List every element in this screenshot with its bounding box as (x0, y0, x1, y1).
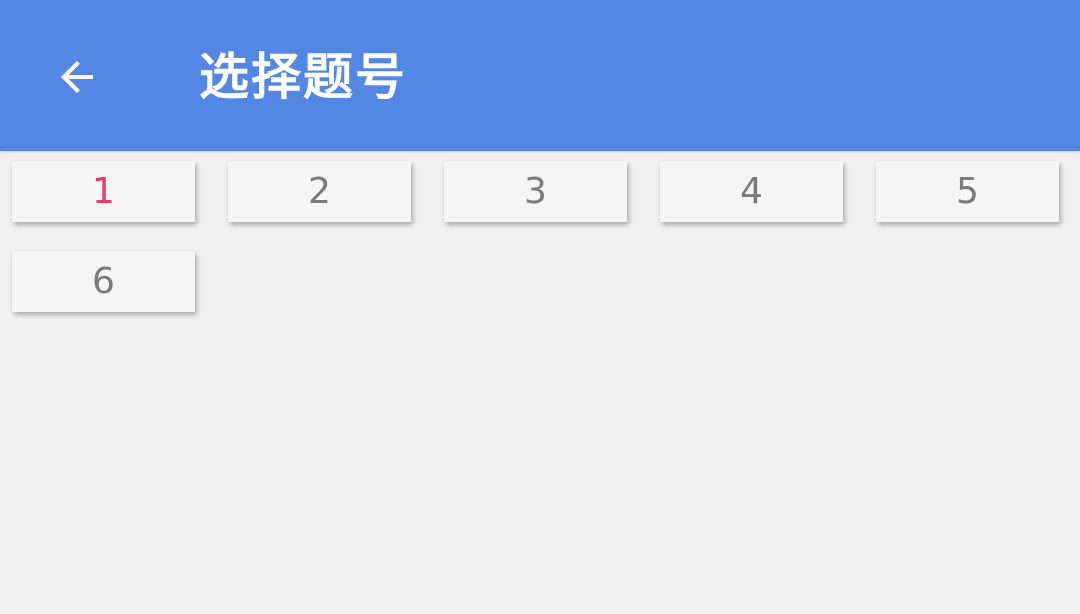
question-button-2[interactable]: 2 (228, 161, 411, 222)
question-button-6[interactable]: 6 (12, 251, 195, 312)
question-button-3[interactable]: 3 (444, 161, 627, 222)
question-button-4[interactable]: 4 (660, 161, 843, 222)
question-picker-screen: 选择题号 1 2 3 4 5 6 (0, 0, 1080, 614)
question-button-5[interactable]: 5 (876, 161, 1059, 222)
arrow-back-icon (53, 53, 101, 101)
app-toolbar: 选择题号 (0, 0, 1080, 151)
page-title: 选择题号 (199, 48, 407, 106)
back-button[interactable] (40, 40, 114, 114)
question-button-1[interactable]: 1 (12, 161, 195, 222)
